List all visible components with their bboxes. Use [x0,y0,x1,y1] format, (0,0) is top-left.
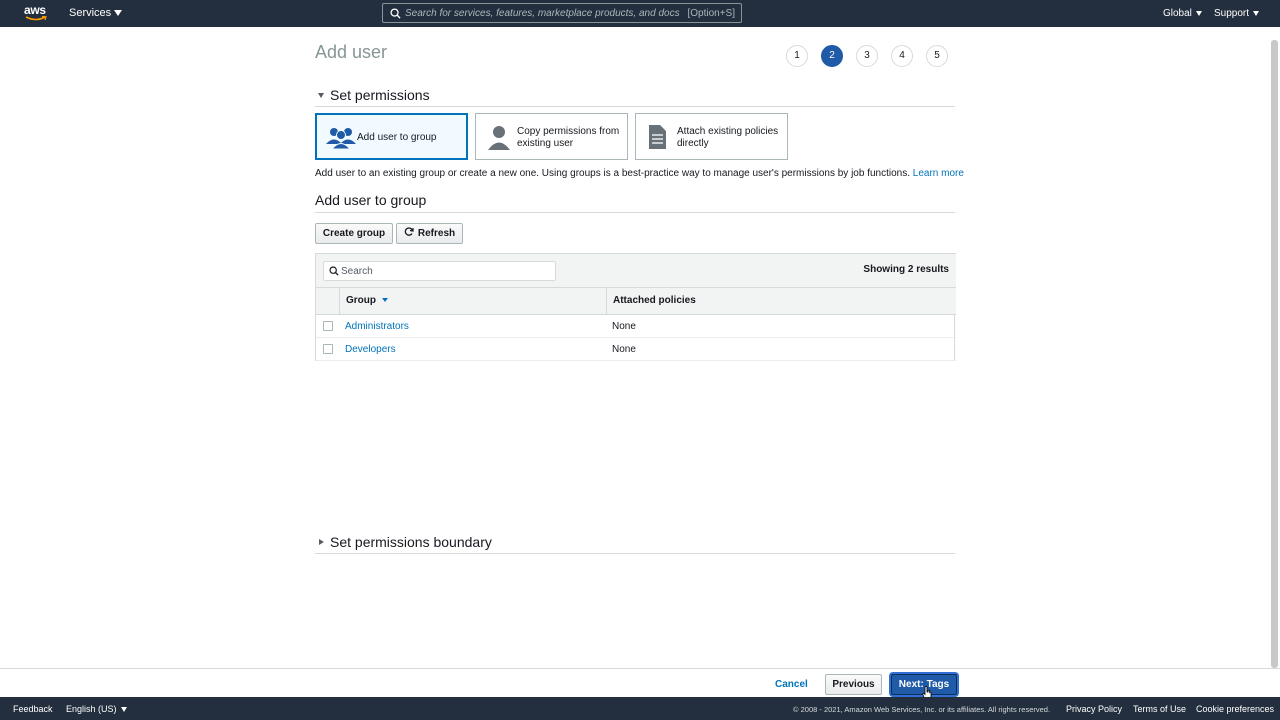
boundary-title: Set permissions boundary [330,534,492,550]
search-icon [329,266,339,276]
caret-down-icon [120,707,127,713]
page-scrollbar[interactable] [1271,40,1278,668]
terms-of-use-link[interactable]: Terms of Use [1133,704,1186,714]
region-selector[interactable]: Global [1163,8,1202,19]
search-icon [390,8,401,19]
caret-down-icon [1253,10,1260,16]
permissions-description: Add user to an existing group or create … [315,168,964,179]
option-label: Add user to group [357,132,437,143]
table-header: Group Attached policies [316,287,956,315]
collapse-caret-icon [318,92,324,98]
step-1[interactable]: 1 [786,45,808,67]
set-permissions-title: Set permissions [330,87,430,103]
table-search-input[interactable] [341,264,541,278]
step-2-active[interactable]: 2 [821,45,843,67]
sort-down-icon [382,298,388,303]
search-shortcut-hint: [Option+S] [687,8,735,19]
refresh-icon [404,227,414,236]
caret-down-icon [1195,10,1202,16]
language-label: English (US) [66,704,117,714]
feedback-link[interactable]: Feedback [13,704,53,714]
cookie-preferences-link[interactable]: Cookie preferences [1196,704,1274,714]
permissions-boundary-header[interactable]: Set permissions boundary [315,534,955,554]
attached-policies-cell: None [612,321,636,332]
option-label-line1: Attach existing policies [677,126,779,137]
wizard-action-bar: Cancel Previous Next: Tags [0,668,1280,697]
expand-caret-icon [319,539,324,546]
console-footer: Feedback English (US) © 2008 - 2021, Ama… [0,697,1280,720]
option-attach-policies[interactable]: Attach existing policies directly [635,113,788,160]
step-5[interactable]: 5 [926,45,948,67]
attached-policies-cell: None [612,344,636,355]
caret-down-icon [114,10,123,17]
add-user-to-group-header: Add user to group [315,192,955,213]
learn-more-link[interactable]: Learn more [913,168,964,179]
section-title: Add user to group [315,192,427,208]
page-title: Add user [315,42,388,62]
column-label: Group [346,295,376,306]
refresh-button[interactable]: Refresh [396,223,463,244]
aws-smile-icon [25,16,47,21]
support-label: Support [1214,8,1250,19]
services-menu[interactable]: Services [69,7,123,19]
column-header-policies[interactable]: Attached policies [606,288,956,314]
user-icon [488,126,510,150]
option-copy-permissions[interactable]: Copy permissions from existing user [475,113,628,160]
description-text: Add user to an existing group or create … [315,168,910,179]
global-search-input[interactable] [405,6,685,20]
option-label-line2: directly [677,138,709,149]
region-label: Global [1163,8,1192,19]
copyright-text: © 2008 - 2021, Amazon Web Services, Inc.… [793,705,1051,714]
table-row[interactable]: Developers None [316,338,956,361]
services-label: Services [69,7,112,19]
row-checkbox[interactable] [323,321,333,331]
group-icon [326,128,356,150]
document-icon [649,125,666,149]
table-search[interactable] [323,261,556,281]
previous-button[interactable]: Previous [825,674,882,695]
option-add-user-to-group[interactable]: Add user to group [315,113,468,160]
create-group-button[interactable]: Create group [315,223,393,244]
set-permissions-header[interactable]: Set permissions [315,87,955,107]
privacy-policy-link[interactable]: Privacy Policy [1066,704,1122,714]
option-label-line1: Copy permissions from [517,126,620,137]
row-checkbox[interactable] [323,344,333,354]
support-menu[interactable]: Support [1214,8,1260,19]
language-selector[interactable]: English (US) [66,704,127,714]
global-search[interactable]: [Option+S] [382,3,742,23]
option-label-line2: existing user [517,138,574,149]
group-link[interactable]: Administrators [345,321,409,332]
aws-logo-text: aws [24,3,46,17]
group-link[interactable]: Developers [345,344,396,355]
step-4[interactable]: 4 [891,45,913,67]
results-count: Showing 2 results [863,264,949,275]
groups-table: Showing 2 results Group Attached policie… [315,253,956,361]
step-3[interactable]: 3 [856,45,878,67]
cancel-link[interactable]: Cancel [775,679,808,690]
column-header-group[interactable]: Group [339,288,606,314]
aws-logo[interactable]: aws [24,4,48,23]
table-row[interactable]: Administrators None [316,315,956,338]
top-navigation: aws Services [Option+S] Global Support [0,0,1280,27]
table-toolbar: Showing 2 results [316,253,956,287]
refresh-label: Refresh [417,228,456,239]
